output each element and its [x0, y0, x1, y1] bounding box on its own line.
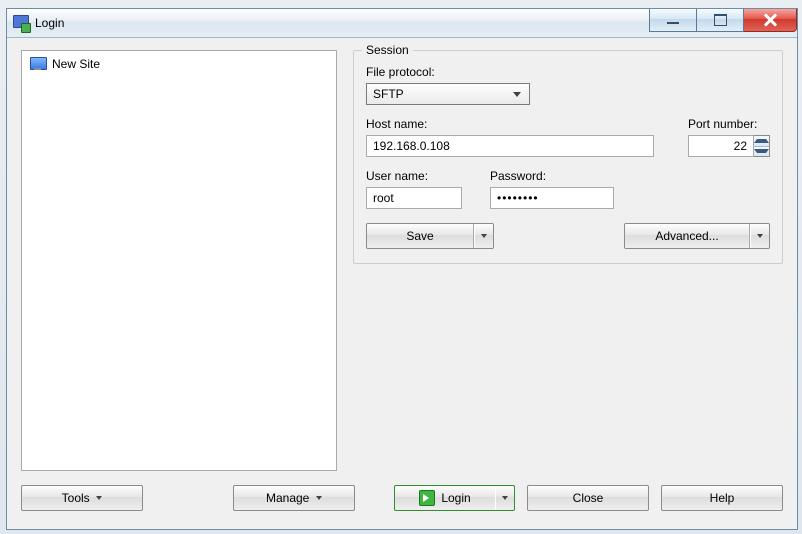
help-button[interactable]: Help — [661, 485, 783, 511]
computer-icon — [30, 57, 46, 71]
password-input[interactable] — [490, 187, 614, 209]
chevron-down-icon — [96, 496, 102, 500]
advanced-dropdown-arrow[interactable] — [750, 224, 769, 248]
bottom-bar: Tools Manage Login Close Help — [21, 479, 783, 517]
protocol-label: File protocol: — [366, 65, 770, 79]
close-window-button[interactable] — [744, 9, 797, 32]
close-button[interactable]: Close — [527, 485, 649, 511]
advanced-button[interactable]: Advanced... — [624, 223, 770, 249]
login-dropdown-arrow[interactable] — [495, 486, 514, 510]
tools-button[interactable]: Tools — [21, 485, 143, 511]
password-label: Password: — [490, 169, 614, 183]
spinner-down-icon[interactable] — [754, 146, 769, 157]
host-input[interactable] — [366, 135, 654, 157]
titlebar[interactable]: Login — [7, 9, 797, 38]
spinner-up-icon[interactable] — [754, 136, 769, 146]
login-window: Login New Site Session File protocol: SF… — [6, 8, 798, 530]
chevron-down-icon — [316, 496, 322, 500]
port-input[interactable] — [688, 135, 754, 157]
app-icon — [13, 15, 29, 31]
tools-button-label: Tools — [62, 491, 90, 505]
username-label: User name: — [366, 169, 462, 183]
session-legend: Session — [362, 43, 413, 57]
manage-button-label: Manage — [266, 491, 309, 505]
protocol-value: SFTP — [373, 87, 404, 101]
login-button[interactable]: Login — [394, 485, 515, 511]
host-label: Host name: — [366, 117, 654, 131]
close-button-label: Close — [573, 491, 604, 505]
advanced-button-label: Advanced... — [655, 229, 718, 243]
manage-button[interactable]: Manage — [233, 485, 355, 511]
protocol-select[interactable]: SFTP — [366, 83, 530, 105]
save-dropdown-arrow[interactable] — [474, 224, 493, 248]
site-item[interactable]: New Site — [26, 55, 332, 73]
port-spinner[interactable] — [754, 135, 770, 157]
site-item-label: New Site — [52, 57, 100, 71]
port-label: Port number: — [688, 117, 770, 131]
login-icon — [419, 490, 435, 506]
save-button[interactable]: Save — [366, 223, 494, 249]
window-title: Login — [35, 16, 64, 30]
session-panel: Session File protocol: SFTP Host name: P… — [353, 50, 783, 471]
save-button-label: Save — [406, 229, 433, 243]
chevron-down-icon — [509, 86, 525, 102]
help-button-label: Help — [710, 491, 735, 505]
username-input[interactable] — [366, 187, 462, 209]
sites-list[interactable]: New Site — [21, 50, 337, 471]
minimize-button[interactable] — [649, 9, 697, 32]
maximize-button[interactable] — [697, 9, 744, 32]
login-button-label: Login — [441, 491, 470, 505]
